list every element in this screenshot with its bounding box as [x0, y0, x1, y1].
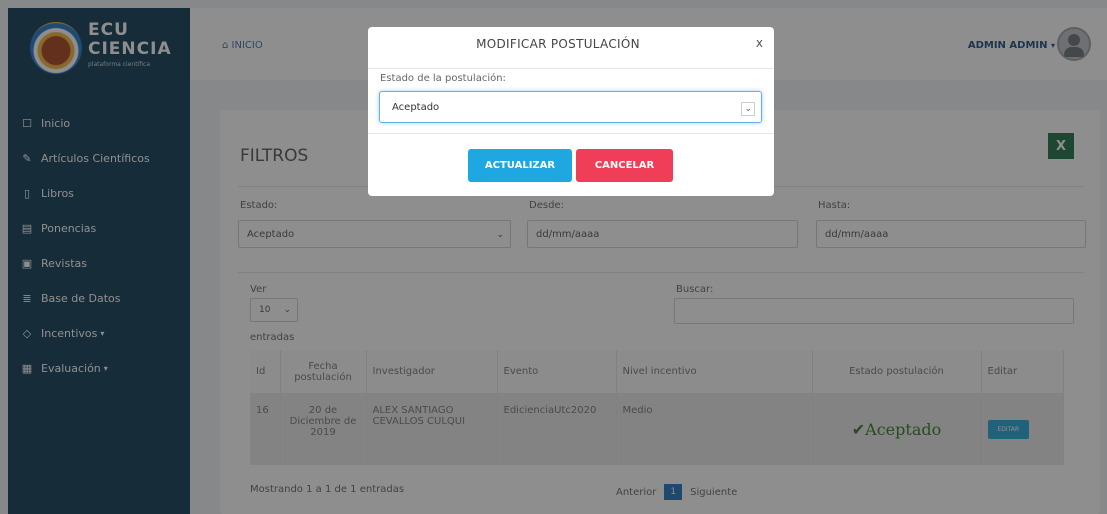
- estado-postulacion-label: Estado de la postulación:: [380, 73, 506, 84]
- update-button[interactable]: ACTUALIZAR: [468, 149, 572, 182]
- modify-postulation-modal: MODIFICAR POSTULACIÓN x Estado de la pos…: [368, 27, 774, 196]
- modal-title: MODIFICAR POSTULACIÓN: [476, 37, 640, 51]
- divider: [368, 68, 774, 69]
- cancel-button[interactable]: CANCELAR: [576, 149, 673, 182]
- close-icon[interactable]: x: [756, 36, 763, 50]
- estado-postulacion-value: Aceptado: [392, 101, 440, 113]
- divider: [368, 133, 774, 134]
- estado-postulacion-select[interactable]: Aceptado ⌄: [379, 91, 762, 123]
- chevron-down-icon: ⌄: [741, 102, 755, 116]
